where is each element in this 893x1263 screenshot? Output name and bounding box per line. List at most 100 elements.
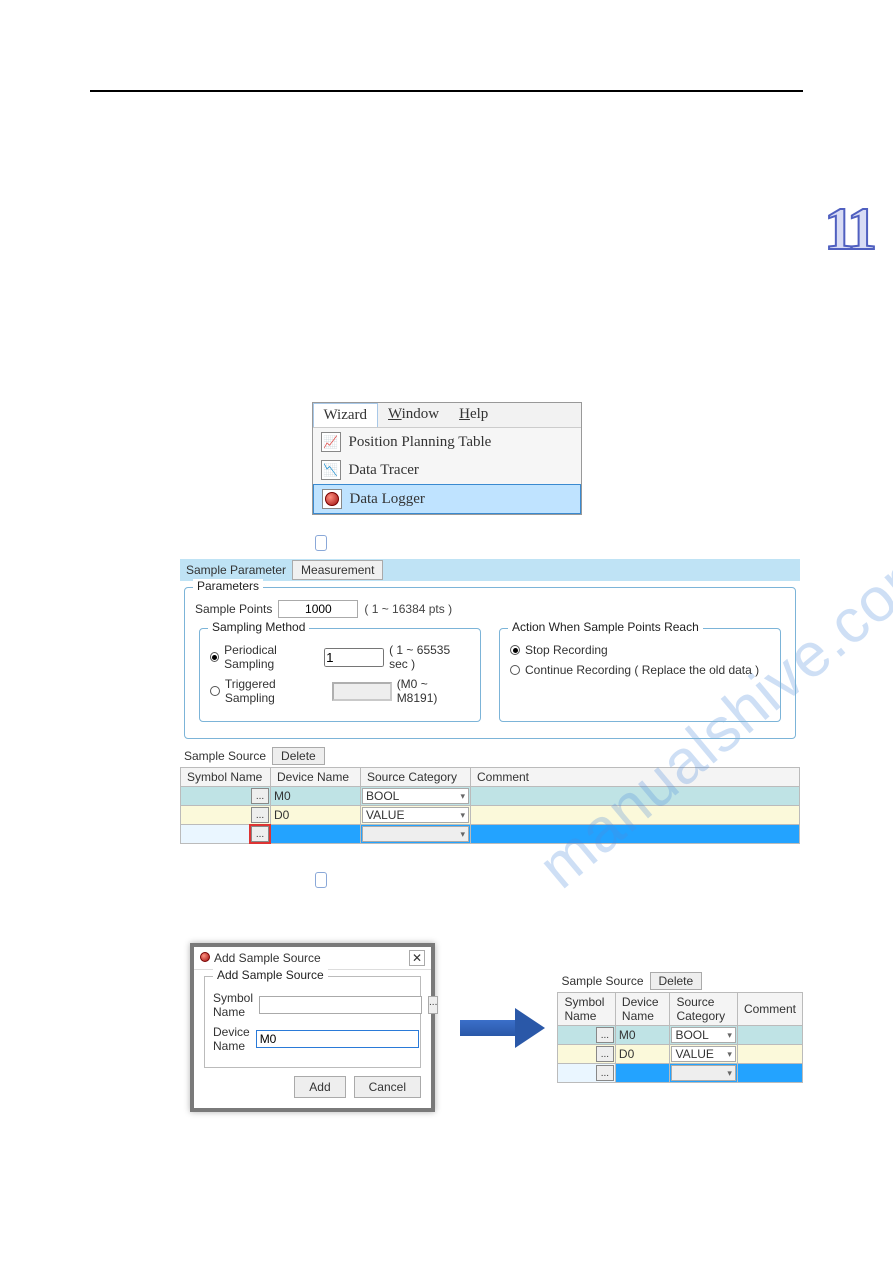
- tab-sample-parameter[interactable]: Sample Parameter: [180, 563, 292, 577]
- menu-window-rest: indow: [402, 406, 440, 422]
- device-cell: D0: [271, 808, 289, 822]
- symbol-browse-button[interactable]: ...: [428, 996, 438, 1014]
- table-row[interactable]: ... D0 VALUE▾: [558, 1045, 803, 1064]
- wizard-dropdown: 📈 Position Planning Table 📉 Data Tracer …: [313, 428, 581, 514]
- header-rule: [90, 90, 803, 92]
- category-combo-empty[interactable]: ▾: [362, 826, 469, 842]
- category-combo[interactable]: VALUE▾: [362, 807, 469, 823]
- browse-button[interactable]: ...: [596, 1046, 614, 1062]
- stop-recording-radio[interactable]: Stop Recording: [510, 643, 770, 657]
- chart-line-icon: 📈: [321, 432, 341, 452]
- sample-source-table: Symbol Name Device Name Source Category …: [180, 767, 800, 844]
- category-combo[interactable]: VALUE▾: [671, 1046, 736, 1062]
- menu-wizard[interactable]: Wizard: [313, 403, 379, 427]
- radio-dot-icon: [210, 686, 220, 696]
- sample-points-input[interactable]: [278, 600, 358, 618]
- menu-item-tracer-label: Data Tracer: [349, 462, 419, 479]
- col-symbol-name: Symbol Name: [181, 768, 271, 787]
- add-button[interactable]: Add: [294, 1076, 345, 1098]
- chapter-number: 11: [824, 195, 873, 264]
- parameters-group: Parameters Sample Points ( 1 ~ 16384 pts…: [184, 587, 796, 739]
- dialog-group-title: Add Sample Source: [213, 968, 328, 982]
- col-device-name: Device Name: [615, 993, 670, 1026]
- menu-item-data-tracer[interactable]: 📉 Data Tracer: [313, 456, 581, 484]
- menu-item-logger-label: Data Logger: [350, 491, 425, 508]
- chevron-down-icon: ▾: [727, 1030, 732, 1041]
- symbol-name-label: Symbol Name: [213, 991, 253, 1019]
- add-sample-source-group: Add Sample Source Symbol Name ... Device…: [204, 976, 421, 1068]
- symbol-name-input[interactable]: [259, 996, 422, 1014]
- menu-window[interactable]: Window: [378, 403, 449, 427]
- radio-dot-selected-icon: [510, 645, 520, 655]
- browse-button-active[interactable]: ...: [251, 826, 269, 842]
- tab-measurement[interactable]: Measurement: [292, 560, 383, 580]
- add-sample-source-dialog: Add Sample Source ✕ Add Sample Source Sy…: [190, 943, 435, 1112]
- col-device-name: Device Name: [271, 768, 361, 787]
- col-comment: Comment: [471, 768, 800, 787]
- delete-button-2[interactable]: Delete: [650, 972, 703, 990]
- browse-button[interactable]: ...: [596, 1027, 614, 1043]
- chevron-down-icon: ▾: [460, 810, 465, 821]
- chevron-down-icon: ▾: [460, 829, 465, 840]
- delete-button[interactable]: Delete: [272, 747, 325, 765]
- category-combo[interactable]: BOOL▾: [671, 1027, 736, 1043]
- device-cell: D0: [616, 1047, 634, 1061]
- continue-label: Continue Recording ( Replace the old dat…: [525, 663, 759, 677]
- table-row-new[interactable]: ... ▾: [558, 1064, 803, 1083]
- triggered-value-input: [332, 682, 392, 701]
- browse-button[interactable]: ...: [251, 807, 269, 823]
- col-source-category: Source Category: [361, 768, 471, 787]
- callout-marker-1: [315, 535, 327, 551]
- triggered-sampling-radio[interactable]: Triggered Sampling (M0 ~ M8191): [210, 677, 470, 705]
- device-cell: M0: [616, 1028, 636, 1042]
- sampling-method-title: Sampling Method: [208, 620, 309, 634]
- category-combo-empty[interactable]: ▾: [671, 1065, 736, 1081]
- category-value: BOOL: [366, 789, 399, 803]
- menu-wizard-label: Wizard: [324, 407, 368, 423]
- tab-strip: Sample Parameter Measurement: [180, 559, 800, 581]
- table-row-new[interactable]: ... ▾: [181, 825, 800, 844]
- menu-item-position-planning[interactable]: 📈 Position Planning Table: [313, 428, 581, 456]
- col-source-category: Source Category: [670, 993, 738, 1026]
- browse-button[interactable]: ...: [251, 788, 269, 804]
- menu-bar: Wizard Window Help: [313, 403, 581, 428]
- device-name-label: Device Name: [213, 1025, 250, 1053]
- col-comment: Comment: [737, 993, 802, 1026]
- menu-help[interactable]: Help: [449, 403, 498, 427]
- triggered-label: Triggered Sampling: [225, 677, 327, 705]
- cancel-button[interactable]: Cancel: [354, 1076, 421, 1098]
- periodical-value-input[interactable]: [324, 648, 384, 667]
- table-row[interactable]: ... M0 BOOL ▾: [181, 787, 800, 806]
- wizard-menu-screenshot: Wizard Window Help 📈 Position Planning T…: [312, 402, 582, 515]
- sample-points-label: Sample Points: [195, 602, 272, 616]
- record-icon: [200, 952, 210, 962]
- radio-dot-icon: [510, 665, 520, 675]
- menu-item-data-logger[interactable]: Data Logger: [313, 484, 581, 514]
- sample-source-result-panel: Sample Source Delete Symbol Name Device …: [557, 972, 803, 1083]
- sample-points-hint: ( 1 ~ 16384 pts ): [364, 602, 452, 616]
- continue-recording-radio[interactable]: Continue Recording ( Replace the old dat…: [510, 663, 770, 677]
- parameters-group-title: Parameters: [193, 579, 263, 593]
- dialog-title-text: Add Sample Source: [214, 951, 321, 965]
- radio-dot-selected-icon: [210, 652, 219, 662]
- menu-item-ppt-label: Position Planning Table: [349, 434, 492, 451]
- record-icon: [322, 489, 342, 509]
- table-row[interactable]: ... M0 BOOL▾: [558, 1026, 803, 1045]
- chevron-down-icon: ▾: [727, 1049, 732, 1060]
- browse-button[interactable]: ...: [596, 1065, 614, 1081]
- periodical-hint: ( 1 ~ 65535 sec ): [389, 643, 470, 671]
- menu-help-rest: elp: [470, 406, 488, 422]
- sample-parameter-panel: Sample Parameter Measurement Parameters …: [180, 559, 800, 844]
- chevron-down-icon: ▾: [460, 791, 465, 802]
- table-row[interactable]: ... D0 VALUE▾: [181, 806, 800, 825]
- chevron-down-icon: ▾: [727, 1068, 732, 1079]
- sample-source-label: Sample Source: [184, 749, 266, 763]
- sample-source-label-2: Sample Source: [561, 974, 643, 988]
- sampling-method-group: Sampling Method Periodical Sampling ( 1 …: [199, 628, 481, 722]
- device-cell: M0: [271, 789, 291, 803]
- periodical-sampling-radio[interactable]: Periodical Sampling ( 1 ~ 65535 sec ): [210, 643, 470, 671]
- category-combo[interactable]: BOOL ▾: [362, 788, 469, 804]
- action-group: Action When Sample Points Reach Stop Rec…: [499, 628, 781, 722]
- close-button[interactable]: ✕: [409, 950, 425, 966]
- device-name-input[interactable]: [256, 1030, 419, 1048]
